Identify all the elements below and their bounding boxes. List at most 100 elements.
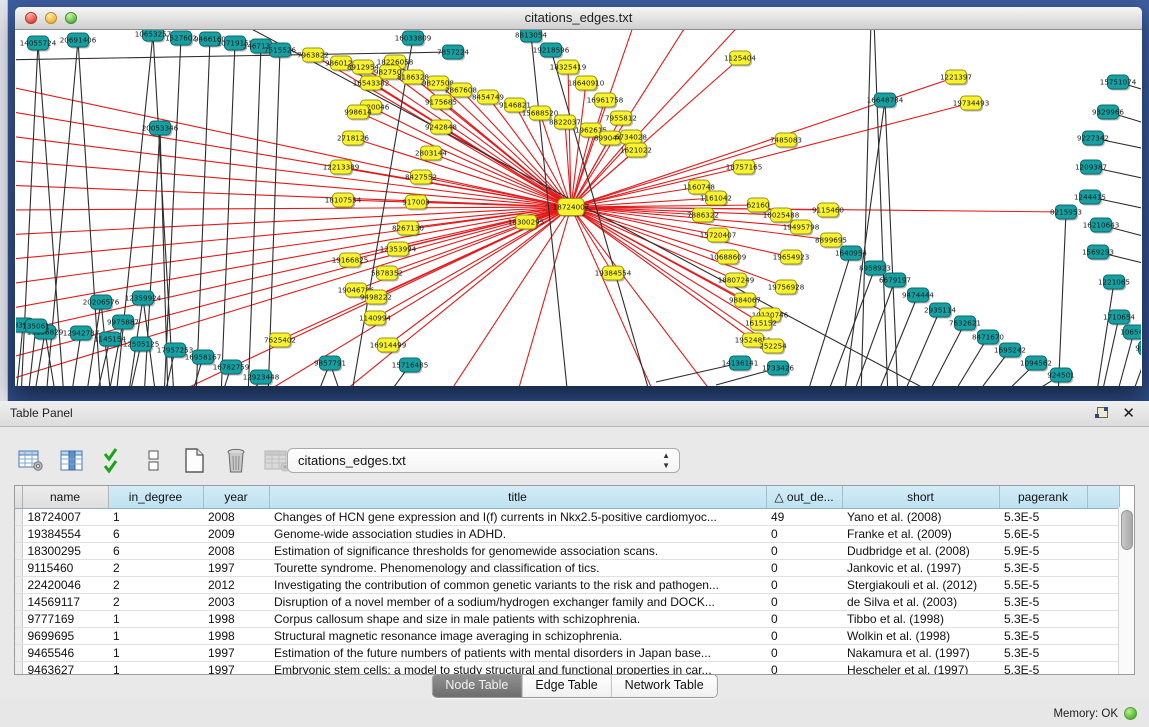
graph-node[interactable]: 7857224 — [437, 45, 469, 61]
graph-node[interactable]: 12353994 — [380, 242, 417, 258]
graph-edge[interactable] — [221, 43, 235, 386]
graph-edge[interactable] — [153, 34, 174, 386]
table-row[interactable]: 969969511998Structural magnetic resonanc… — [15, 628, 1119, 645]
graph-node[interactable]: 7625402 — [264, 333, 296, 349]
graph-node[interactable]: 135061 — [22, 319, 49, 335]
graph-node[interactable]: 1527602 — [165, 31, 197, 47]
table-cell[interactable]: 5.6E-5 — [999, 526, 1087, 543]
table-cell[interactable]: 1997 — [203, 560, 269, 577]
table-cell[interactable]: 9115460 — [22, 560, 108, 577]
graph-node[interactable]: 1094562 — [1020, 356, 1052, 372]
graph-edge[interactable] — [16, 207, 571, 210]
table-cell[interactable]: 5.3E-5 — [999, 594, 1087, 611]
table-cell[interactable]: 2 — [108, 594, 203, 611]
graph-edge[interactable] — [926, 323, 965, 386]
graph-node[interactable]: 18325419 — [550, 60, 587, 76]
graph-edge[interactable] — [826, 268, 875, 386]
graph-edge[interactable] — [248, 46, 261, 386]
table-header-row[interactable]: namein_degreeyeartitle△ out_de...shortpa… — [15, 486, 1119, 509]
graph-node[interactable]: 20053346 — [142, 121, 179, 137]
graph-node[interactable]: 8471670 — [972, 330, 1004, 346]
graph-node[interactable]: 9227342 — [1077, 131, 1109, 147]
create-column-icon[interactable] — [180, 446, 210, 476]
table-cell[interactable]: 1 — [108, 645, 203, 662]
graph-edge[interactable] — [1096, 282, 1114, 386]
graph-edge[interactable] — [1058, 212, 1066, 386]
table-cell[interactable]: 18300295 — [22, 543, 108, 560]
graph-node[interactable]: 1615152 — [745, 316, 777, 332]
column-header-in_degree[interactable]: in_degree — [108, 486, 203, 509]
graph-node[interactable]: 1621022 — [620, 143, 652, 159]
graph-node[interactable]: 20691406 — [60, 33, 97, 49]
table-cell[interactable]: Genome-wide association studies in ADHD. — [269, 526, 766, 543]
graph-node[interactable]: 1221065 — [1098, 275, 1130, 291]
table-cell[interactable]: Nakamura et al. (1997) — [842, 645, 999, 662]
graph-node[interactable]: 9498222 — [360, 290, 392, 306]
graph-node[interactable]: 2718126 — [337, 131, 369, 147]
column-header-year[interactable]: year — [203, 486, 269, 509]
table-mode-icon[interactable] — [16, 446, 46, 476]
graph-node[interactable]: 18807249 — [718, 273, 755, 289]
graph-node[interactable]: 15720407 — [700, 228, 737, 244]
close-window-button[interactable] — [25, 12, 37, 24]
table-row[interactable]: 946362711997Embryonic stem cells: a mode… — [15, 662, 1119, 676]
graph-node[interactable]: 8427552 — [405, 170, 437, 186]
table-cell[interactable]: 0 — [766, 560, 842, 577]
table-cell[interactable]: 9777169 — [22, 611, 108, 628]
graph-node[interactable]: 1125404 — [724, 51, 756, 67]
table-cell[interactable]: 5.3E-5 — [999, 645, 1087, 662]
graph-node[interactable]: 20206576 — [83, 295, 120, 311]
graph-edge[interactable] — [806, 253, 851, 386]
table-cell[interactable]: 5.3E-5 — [999, 509, 1087, 526]
table-cell[interactable]: 0 — [766, 611, 842, 628]
node-table-grid[interactable]: namein_degreeyeartitle△ out_de...shortpa… — [15, 486, 1120, 675]
table-cell[interactable]: 0 — [766, 594, 842, 611]
table-cell[interactable]: 0 — [766, 543, 842, 560]
table-cell[interactable]: 2008 — [203, 543, 269, 560]
memory-ok-icon[interactable] — [1124, 707, 1137, 720]
table-cell[interactable]: 5.3E-5 — [999, 560, 1087, 577]
graph-node[interactable]: 62160 — [747, 198, 770, 214]
table-cell[interactable]: 0 — [766, 628, 842, 645]
graph-node[interactable]: 252254 — [759, 339, 787, 355]
table-cell[interactable]: 0 — [766, 526, 842, 543]
table-cell[interactable]: 5.5E-5 — [999, 577, 1087, 594]
table-panel-header[interactable]: Table Panel ✕ — [0, 401, 1149, 427]
table-cell[interactable]: Stergiakouli et al. (2012) — [842, 577, 999, 594]
table-cell[interactable]: 1998 — [203, 628, 269, 645]
graph-node[interactable]: 19218596 — [533, 43, 570, 59]
graph-node[interactable]: 16033809 — [395, 31, 432, 47]
table-selector-dropdown[interactable]: citations_edges.txt ▲▼ — [287, 448, 680, 473]
graph-node[interactable]: 106542 — [1120, 325, 1141, 341]
network-view-window[interactable]: citations_edges.txt 18724007140557242069… — [15, 7, 1142, 386]
citation-network-graph[interactable]: 1872400714055724206914061065325715276029… — [16, 30, 1141, 386]
graph-node[interactable]: 1145154 — [94, 332, 126, 348]
graph-node[interactable]: 7955812 — [605, 111, 637, 127]
graph-node[interactable]: 16914499 — [370, 338, 407, 354]
graph-edge[interactable] — [16, 207, 571, 235]
graph-node[interactable]: 18757165 — [726, 160, 763, 176]
table-cell[interactable]: 18724007 — [22, 509, 108, 526]
table-cell[interactable]: 5.3E-5 — [999, 628, 1087, 645]
graph-node[interactable]: 7886322 — [687, 208, 719, 224]
network-canvas[interactable]: 1872400714055724206914061065325715276029… — [16, 30, 1141, 386]
table-cell[interactable]: Wolkin et al. (1998) — [842, 628, 999, 645]
graph-edge[interactable] — [16, 207, 571, 260]
table-cell[interactable]: 1 — [108, 509, 203, 526]
table-cell[interactable]: Embryonic stem cells: a model to study s… — [269, 662, 766, 676]
float-panel-icon[interactable] — [1095, 407, 1108, 420]
graph-edge[interactable] — [358, 112, 571, 207]
graph-node[interactable]: 19734493 — [953, 96, 990, 112]
table-cell[interactable]: 2 — [108, 577, 203, 594]
rows-icon[interactable] — [139, 446, 169, 476]
graph-node[interactable]: 1695242 — [994, 343, 1026, 359]
scrollbar-thumb[interactable] — [1121, 510, 1133, 550]
graph-node[interactable]: 19166825 — [332, 253, 369, 269]
close-panel-icon[interactable]: ✕ — [1122, 407, 1135, 420]
table-cell[interactable]: 0 — [766, 577, 842, 594]
table-row[interactable]: 946554611997Estimation of the future num… — [15, 645, 1119, 662]
graph-node[interactable]: 15751074 — [1100, 75, 1137, 91]
graph-edge[interactable] — [441, 127, 571, 207]
graph-edge[interactable] — [371, 107, 571, 207]
table-cell[interactable]: 1 — [108, 628, 203, 645]
